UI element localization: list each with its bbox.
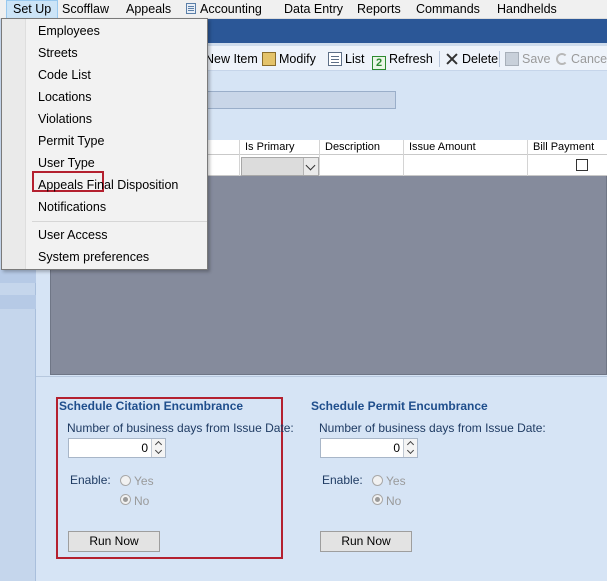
- grid-col-bill-payment[interactable]: Bill Payment: [528, 140, 607, 155]
- menu-accounting-label: Accounting: [200, 2, 262, 16]
- permit-days-value: 0: [393, 441, 400, 455]
- permit-run-now-button[interactable]: Run Now: [320, 531, 412, 552]
- undo-icon: [556, 53, 568, 65]
- left-nav-band: [0, 295, 36, 309]
- cancel-button[interactable]: Cance: [556, 50, 607, 68]
- list-icon: [328, 52, 342, 66]
- menu-handhelds[interactable]: Handhelds: [491, 0, 563, 19]
- name-input[interactable]: [206, 91, 396, 109]
- permit-enable-no-radio[interactable]: [372, 494, 383, 505]
- refresh-label: Refresh: [389, 52, 433, 66]
- citation-enable-label: Enable:: [70, 473, 111, 487]
- save-label: Save: [522, 52, 551, 66]
- citation-days-stepper[interactable]: 0: [68, 438, 166, 458]
- menu-item-user-access[interactable]: User Access: [38, 226, 107, 244]
- close-icon: [445, 52, 459, 66]
- menu-item-violations[interactable]: Violations: [38, 110, 92, 128]
- grid-col-description[interactable]: Description: [320, 140, 404, 155]
- citation-days-value: 0: [141, 441, 148, 455]
- citation-enable-no-radio[interactable]: [120, 494, 131, 505]
- menu-item-system-preferences[interactable]: System preferences: [38, 248, 149, 266]
- menu-setup[interactable]: Set Up: [6, 0, 59, 19]
- citation-encumbrance-title: Schedule Citation Encumbrance: [59, 399, 244, 413]
- list-label: List: [345, 52, 365, 66]
- spinner-arrows-icon[interactable]: [403, 439, 417, 457]
- refresh-icon: 2: [372, 56, 386, 70]
- is-primary-dropdown[interactable]: [241, 157, 319, 176]
- citation-enable-yes-radio[interactable]: [120, 475, 131, 486]
- new-item-button[interactable]: New Item: [205, 50, 258, 68]
- menu-data-entry[interactable]: Data Entry: [278, 0, 349, 19]
- permit-enable-yes-radio[interactable]: [372, 475, 383, 486]
- menu-item-employees[interactable]: Employees: [38, 22, 100, 40]
- refresh-button[interactable]: 2 Refresh: [372, 50, 433, 70]
- list-button[interactable]: List: [328, 50, 364, 68]
- delete-label: Delete: [462, 52, 499, 66]
- toolbar-separator: [439, 51, 440, 67]
- grid-col-issue-amount[interactable]: Issue Amount: [404, 140, 528, 155]
- menu-item-user-type[interactable]: User Type: [38, 154, 95, 172]
- delete-button[interactable]: Delete: [445, 50, 498, 68]
- menu-accounting[interactable]: Accounting: [180, 0, 268, 19]
- permit-days-label: Number of business days from Issue Date:: [319, 421, 546, 435]
- permit-encumbrance-title: Schedule Permit Encumbrance: [311, 399, 488, 413]
- permit-enable-label: Enable:: [322, 473, 363, 487]
- save-button[interactable]: Save: [505, 50, 551, 68]
- modify-label: Modify: [279, 52, 316, 66]
- menu-item-locations[interactable]: Locations: [38, 88, 92, 106]
- cancel-label: Cance: [571, 52, 607, 66]
- permit-enable-no-label: No: [386, 494, 402, 508]
- citation-enable-yes-label: Yes: [134, 474, 154, 488]
- menu-item-notifications[interactable]: Notifications: [38, 198, 106, 216]
- permit-days-stepper[interactable]: 0: [320, 438, 418, 458]
- grid-cell-description[interactable]: [320, 155, 404, 176]
- menu-item-streets[interactable]: Streets: [38, 44, 78, 62]
- toolbar-separator: [499, 51, 500, 67]
- calculator-icon: [186, 3, 196, 14]
- menu-reports[interactable]: Reports: [351, 0, 407, 19]
- menu-item-code-list[interactable]: Code List: [38, 66, 91, 84]
- menu-icon-gutter: [2, 19, 26, 269]
- menu-appeals[interactable]: Appeals: [120, 0, 177, 19]
- grid-col-is-primary[interactable]: Is Primary: [240, 140, 320, 155]
- citation-enable-no-label: No: [134, 494, 150, 508]
- left-nav-band: [0, 269, 36, 283]
- citation-run-now-button[interactable]: Run Now: [68, 531, 160, 552]
- edit-icon: [262, 52, 276, 66]
- save-icon: [505, 52, 519, 66]
- permit-enable-yes-label: Yes: [386, 474, 406, 488]
- grid-cell-issue-amount[interactable]: [404, 155, 528, 176]
- menu-item-appeals-final-disposition[interactable]: Appeals Final Disposition: [38, 176, 178, 194]
- menu-item-permit-type[interactable]: Permit Type: [38, 132, 104, 150]
- menu-scofflaw[interactable]: Scofflaw: [56, 0, 115, 19]
- spinner-arrows-icon[interactable]: [151, 439, 165, 457]
- setup-dropdown-menu: Employees Streets Code List Locations Vi…: [1, 18, 208, 270]
- menu-separator: [32, 221, 207, 222]
- modify-button[interactable]: Modify: [262, 50, 316, 68]
- citation-days-label: Number of business days from Issue Date:: [67, 421, 294, 435]
- chevron-down-icon[interactable]: [303, 158, 318, 175]
- menu-commands[interactable]: Commands: [410, 0, 486, 19]
- menu-bar: Set Up Scofflaw Appeals Accounting Data …: [0, 0, 607, 19]
- bill-payment-checkbox[interactable]: [576, 159, 588, 171]
